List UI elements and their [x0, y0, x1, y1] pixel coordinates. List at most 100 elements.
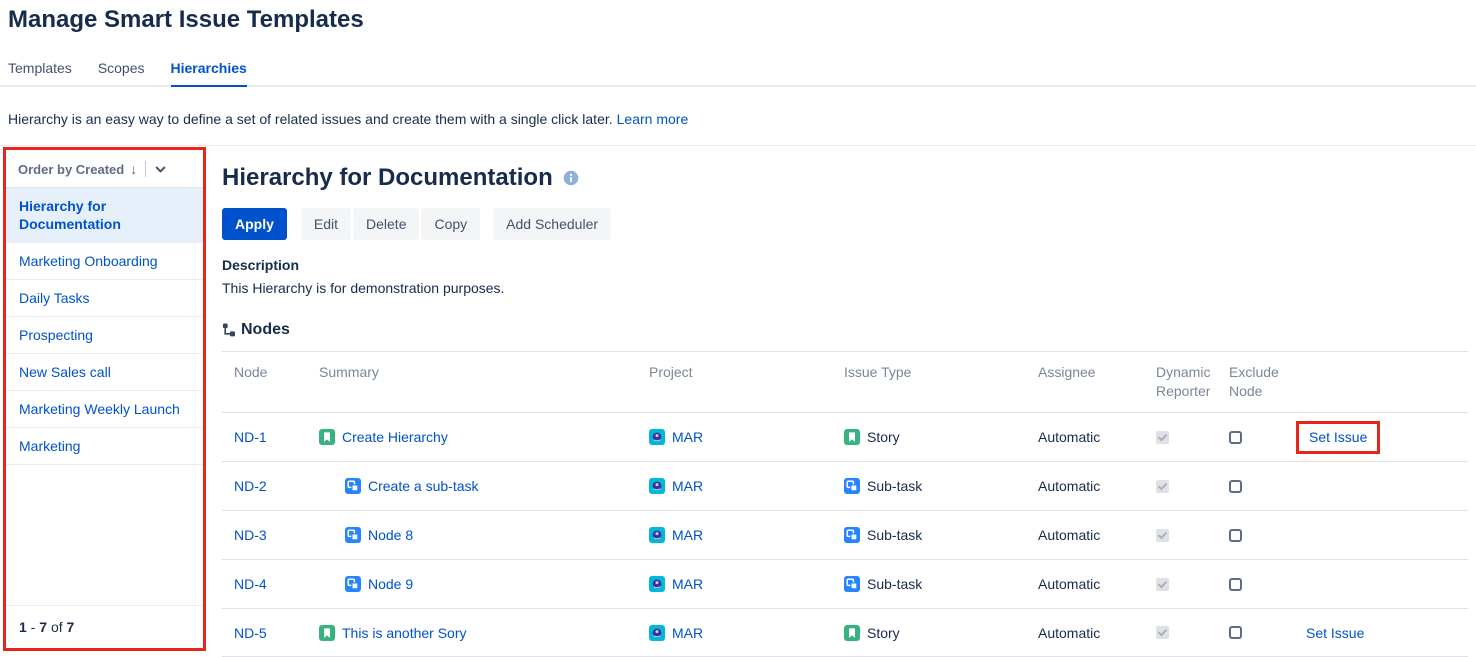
- table-row: ND-5 This is another Sory MAR Story Automati…: [222, 608, 1468, 657]
- pagination-end: 7: [39, 619, 47, 635]
- sidebar-spacer: [6, 465, 203, 605]
- copy-button[interactable]: Copy: [421, 208, 480, 240]
- project-cell: MAR: [637, 478, 832, 494]
- sidebar-item[interactable]: Hierarchy for Documentation: [6, 188, 203, 243]
- sidebar-item[interactable]: Marketing Weekly Launch: [6, 391, 203, 428]
- assignee-label: Automatic: [1038, 527, 1100, 543]
- divider: [145, 161, 146, 177]
- sidebar-item[interactable]: Marketing Onboarding: [6, 243, 203, 280]
- summary-link[interactable]: Node 9: [368, 576, 413, 592]
- node-id-link[interactable]: ND-1: [234, 429, 267, 445]
- project-link[interactable]: MAR: [672, 576, 703, 592]
- exclude-node-cell: [1217, 480, 1294, 493]
- header-actions: [1294, 352, 1468, 412]
- issue-type-cell: Sub-task: [832, 527, 1026, 543]
- node-id-link[interactable]: ND-2: [234, 478, 267, 494]
- assignee-label: Automatic: [1038, 478, 1100, 494]
- annotation-box-set-issue: Set Issue: [1296, 421, 1380, 454]
- tab-scopes[interactable]: Scopes: [98, 60, 145, 87]
- dynamic-reporter-cell: [1144, 578, 1217, 591]
- header-exclude-node: ExcludeNode: [1217, 352, 1294, 412]
- learn-more-link[interactable]: Learn more: [617, 111, 689, 127]
- sidebar-item[interactable]: New Sales call: [6, 354, 203, 391]
- dynamic-reporter-cell: [1144, 431, 1217, 444]
- dynamic-reporter-cell: [1144, 529, 1217, 542]
- project-link[interactable]: MAR: [672, 527, 703, 543]
- project-cell: MAR: [637, 429, 832, 445]
- exclude-node-checkbox[interactable]: [1229, 480, 1242, 493]
- tab-bar: Templates Scopes Hierarchies: [0, 60, 1476, 87]
- node-id-cell: ND-2: [222, 478, 307, 494]
- issue-type-cell: Story: [832, 625, 1026, 641]
- table-row: ND-4Node 9MARSub-taskAutomatic: [222, 559, 1468, 608]
- summary-link[interactable]: Create Hierarchy: [342, 429, 448, 445]
- issue-type-label: Sub-task: [867, 478, 922, 494]
- nodes-section-title: Nodes: [241, 321, 290, 339]
- nodes-section-heading: Nodes: [222, 321, 1468, 339]
- sort-control[interactable]: Order by Created ↓: [6, 150, 203, 188]
- sidebar-item[interactable]: Marketing: [6, 428, 203, 465]
- issue-type-label: Sub-task: [867, 527, 922, 543]
- node-id-link[interactable]: ND-4: [234, 576, 267, 592]
- exclude-node-checkbox[interactable]: [1229, 578, 1242, 591]
- issue-type-cell: Sub-task: [832, 576, 1026, 592]
- header-summary: Summary: [307, 352, 637, 412]
- header-node: Node: [222, 352, 307, 412]
- exclude-node-checkbox[interactable]: [1229, 529, 1242, 542]
- hierarchy-list: Hierarchy for DocumentationMarketing Onb…: [6, 188, 203, 465]
- tab-templates[interactable]: Templates: [8, 60, 72, 87]
- hierarchy-heading-text: Hierarchy for Documentation: [222, 163, 553, 193]
- chevron-down-icon[interactable]: [154, 163, 167, 176]
- header-dynamic-reporter: DynamicReporter: [1144, 352, 1217, 412]
- summary-link[interactable]: This is another Sory: [342, 625, 467, 641]
- node-id-cell: ND-1: [222, 429, 307, 445]
- dynamic-reporter-checkbox: [1156, 578, 1169, 591]
- project-avatar-icon: [649, 429, 665, 445]
- story-icon: [319, 429, 335, 445]
- nodes-table: Node Summary Project Issue Type Assignee…: [222, 351, 1468, 657]
- project-link[interactable]: MAR: [672, 478, 703, 494]
- node-id-link[interactable]: ND-3: [234, 527, 267, 543]
- assignee-cell: Automatic: [1026, 429, 1144, 445]
- node-id-link[interactable]: ND-5: [234, 625, 267, 641]
- hierarchy-heading: Hierarchy for Documentation: [222, 163, 1468, 193]
- exclude-node-checkbox[interactable]: [1229, 626, 1242, 639]
- header-assignee: Assignee: [1026, 352, 1144, 412]
- apply-button[interactable]: Apply: [222, 208, 287, 240]
- summary-link[interactable]: Create a sub-task: [368, 478, 479, 494]
- dynamic-reporter-checkbox: [1156, 480, 1169, 493]
- assignee-cell: Automatic: [1026, 527, 1144, 543]
- issue-type-label: Sub-task: [867, 576, 922, 592]
- subtask-icon: [844, 527, 860, 543]
- summary-cell: Node 8: [307, 527, 637, 543]
- subtask-icon: [844, 576, 860, 592]
- edit-button[interactable]: Edit: [301, 208, 351, 240]
- project-cell: MAR: [637, 576, 832, 592]
- sort-direction-arrow-down-icon: ↓: [130, 161, 137, 177]
- exclude-node-cell: [1217, 578, 1294, 591]
- summary-link[interactable]: Node 8: [368, 527, 413, 543]
- pagination-total: 7: [67, 619, 75, 635]
- sidebar-item[interactable]: Prospecting: [6, 317, 203, 354]
- tab-hierarchies[interactable]: Hierarchies: [171, 60, 247, 87]
- info-icon[interactable]: [563, 170, 579, 186]
- assignee-label: Automatic: [1038, 429, 1100, 445]
- hierarchy-tree-icon: [222, 323, 236, 337]
- exclude-node-cell: [1217, 529, 1294, 542]
- nodes-table-body: ND-1 Create Hierarchy MAR Story Automatic Set…: [222, 412, 1468, 657]
- exclude-node-checkbox[interactable]: [1229, 431, 1242, 444]
- sort-label: Order by Created: [18, 162, 124, 177]
- assignee-label: Automatic: [1038, 625, 1100, 641]
- delete-button[interactable]: Delete: [353, 208, 419, 240]
- assignee-cell: Automatic: [1026, 625, 1144, 641]
- issue-type-label: Story: [867, 429, 900, 445]
- exclude-node-cell: [1217, 626, 1294, 639]
- action-cell: Set Issue: [1294, 625, 1468, 641]
- story-icon: [844, 429, 860, 445]
- add-scheduler-button[interactable]: Add Scheduler: [493, 208, 611, 240]
- project-link[interactable]: MAR: [672, 429, 703, 445]
- set-issue-link[interactable]: Set Issue: [1306, 625, 1364, 641]
- set-issue-link[interactable]: Set Issue: [1309, 429, 1367, 445]
- sidebar-item[interactable]: Daily Tasks: [6, 280, 203, 317]
- project-link[interactable]: MAR: [672, 625, 703, 641]
